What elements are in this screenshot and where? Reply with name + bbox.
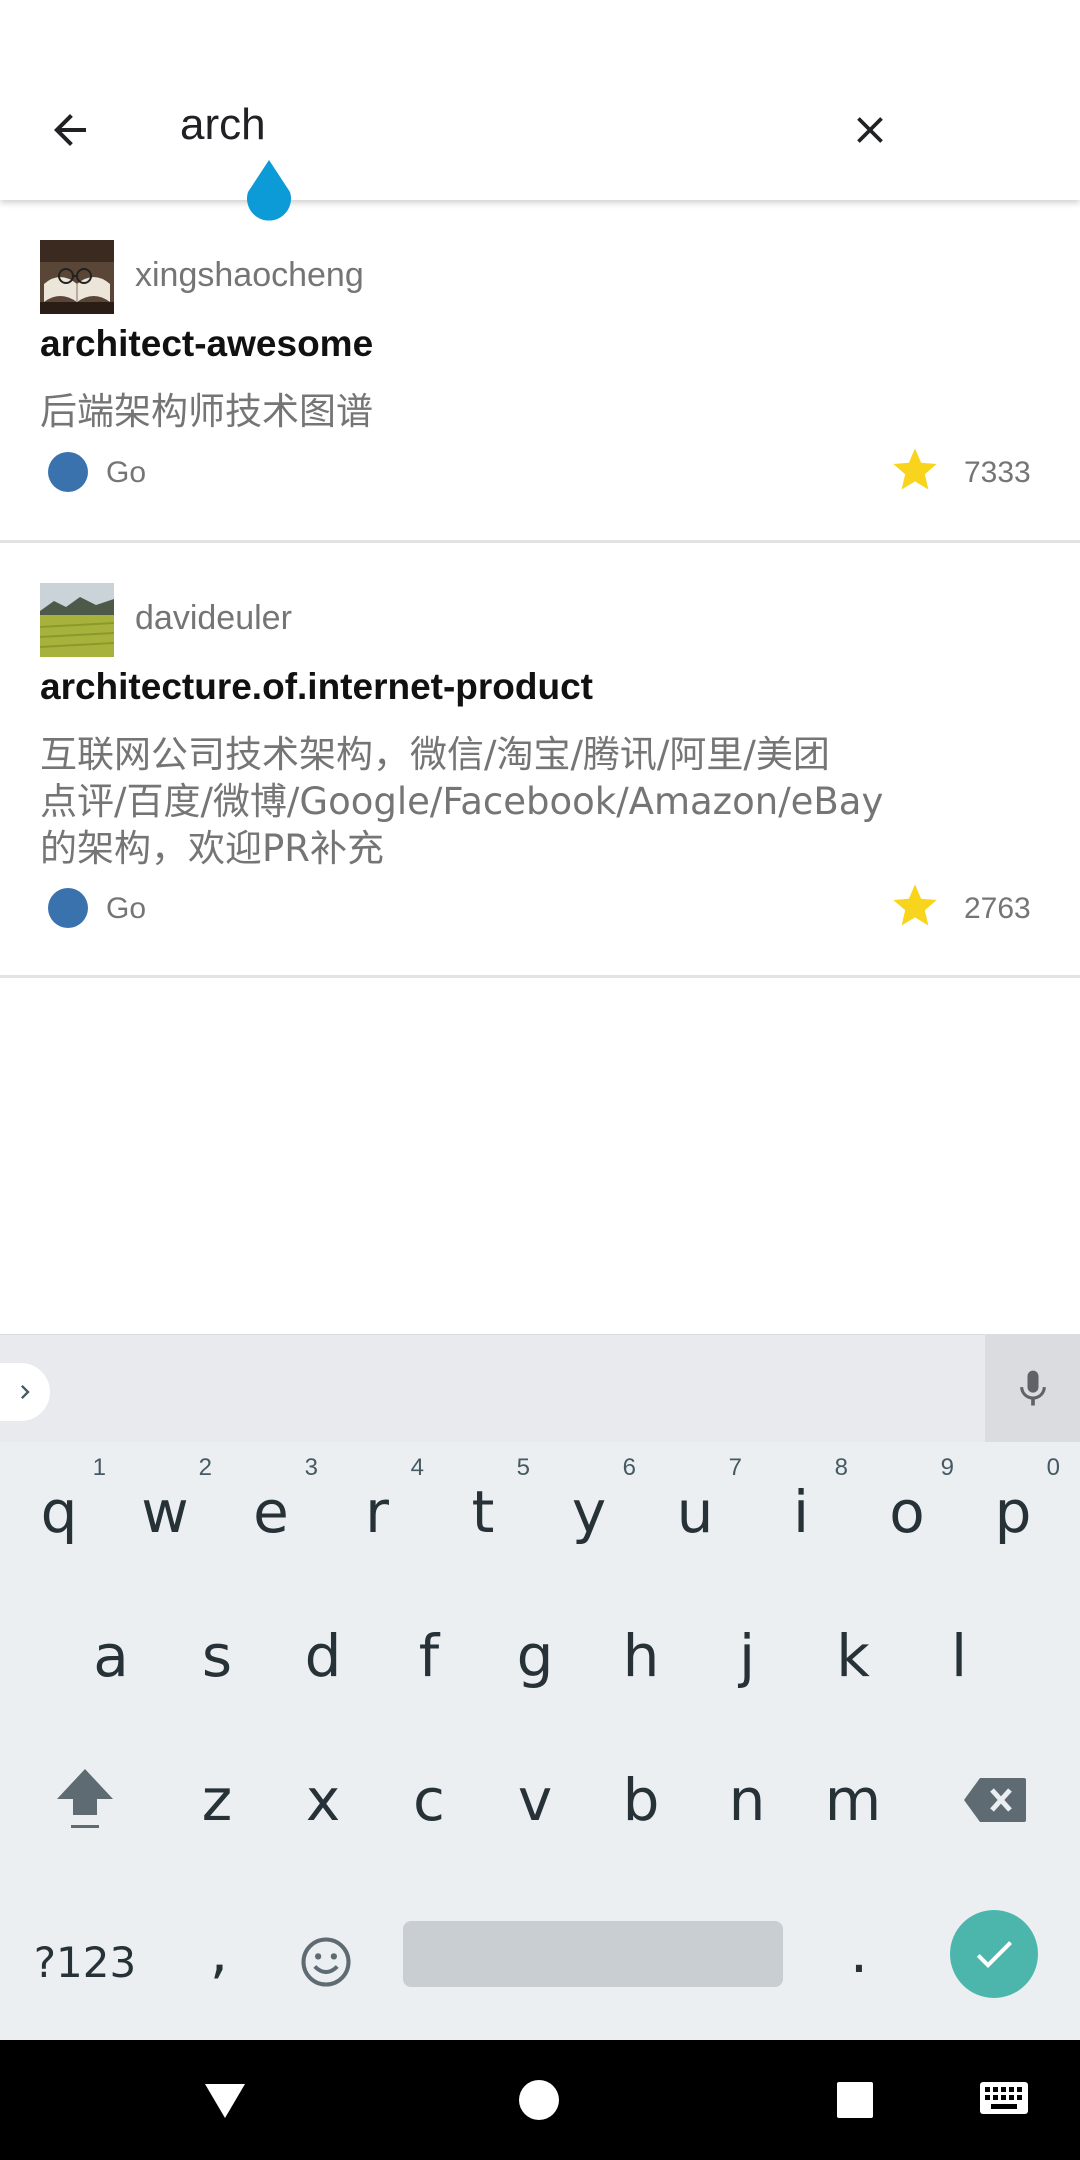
back-button[interactable] bbox=[30, 90, 110, 170]
chevron-right-icon bbox=[21, 1385, 30, 1399]
search-app-bar: arch bbox=[0, 0, 1080, 221]
nav-back-button[interactable] bbox=[195, 2070, 255, 2130]
key-l[interactable]: l bbox=[910, 1596, 1008, 1716]
symbols-key[interactable]: ?123 bbox=[20, 1912, 150, 2012]
text-cursor-handle[interactable] bbox=[242, 158, 296, 222]
keyboard-suggestion-strip bbox=[0, 1334, 1080, 1443]
nav-keyboard-switcher[interactable] bbox=[974, 2070, 1034, 2130]
key-k[interactable]: k bbox=[804, 1596, 902, 1716]
key-z[interactable]: z bbox=[168, 1740, 266, 1860]
repo-list-item[interactable]: davideuler architecture.of.internet-prod… bbox=[0, 543, 1080, 978]
nav-home-button[interactable] bbox=[509, 2070, 569, 2130]
nav-recents-button[interactable] bbox=[825, 2070, 885, 2130]
star-icon bbox=[893, 884, 937, 926]
repo-name: architecture.of.internet-product bbox=[40, 666, 593, 707]
owner-avatar[interactable] bbox=[40, 240, 114, 314]
key-m[interactable]: m bbox=[804, 1740, 902, 1860]
repo-owner: xingshaocheng bbox=[135, 256, 364, 294]
close-icon bbox=[857, 117, 883, 143]
key-j[interactable]: j bbox=[698, 1596, 796, 1716]
repo-description-line: 互联网公司技术架构，微信/淘宝/腾讯/阿里/美团 bbox=[40, 733, 830, 776]
mic-icon bbox=[1019, 1370, 1046, 1406]
comma-key[interactable]: , bbox=[170, 1902, 268, 2002]
language-color-dot bbox=[48, 452, 88, 492]
repo-list-item[interactable]: xingshaocheng architect-awesome 后端架构师技术图… bbox=[0, 200, 1080, 543]
shift-icon bbox=[57, 1769, 113, 1828]
repo-name: architect-awesome bbox=[40, 323, 374, 364]
keyboard-icon bbox=[980, 2082, 1028, 2114]
key-x[interactable]: x bbox=[274, 1740, 372, 1860]
keyboard-row-3: z x c v b n m bbox=[0, 1740, 1080, 1880]
space-key[interactable] bbox=[403, 1921, 783, 1987]
key-a[interactable]: a bbox=[62, 1596, 160, 1716]
emoji-key[interactable] bbox=[276, 1912, 376, 2012]
nav-recents-icon bbox=[837, 2082, 873, 2118]
voice-input-button[interactable] bbox=[985, 1335, 1080, 1443]
language-label: Go bbox=[106, 892, 147, 925]
repo-description: 互联网公司技术架构，微信/淘宝/腾讯/阿里/美团 点评/百度/微博/Google… bbox=[40, 731, 940, 872]
screen: arch xingshaocheng architect-awesome 后端架… bbox=[0, 0, 1080, 2160]
language-label: Go bbox=[106, 456, 147, 489]
star-count: 7333 bbox=[964, 456, 1031, 489]
search-input[interactable]: arch bbox=[180, 100, 266, 150]
nav-back-icon bbox=[205, 2084, 245, 2118]
star-icon bbox=[893, 448, 937, 490]
key-s[interactable]: s bbox=[168, 1596, 266, 1716]
key-g[interactable]: g bbox=[486, 1596, 584, 1716]
key-n[interactable]: n bbox=[698, 1740, 796, 1860]
backspace-icon bbox=[964, 1778, 1026, 1822]
shift-key[interactable] bbox=[30, 1740, 140, 1860]
repo-description: 后端架构师技术图谱 bbox=[40, 390, 373, 433]
keyboard-row-2: a s d f g h j k l bbox=[0, 1596, 1080, 1736]
enter-key[interactable] bbox=[950, 1910, 1038, 1998]
star-count: 2763 bbox=[964, 892, 1031, 925]
owner-avatar[interactable] bbox=[40, 583, 114, 657]
check-icon bbox=[976, 1941, 1012, 1968]
keyboard-row-4: ?123 , . bbox=[0, 1442, 1080, 1998]
key-b[interactable]: b bbox=[592, 1740, 690, 1860]
keyboard-expand-button[interactable] bbox=[0, 1363, 50, 1421]
soft-keyboard: q1 w2 e3 r4 t5 y6 u7 i8 o9 p0 a s d f g … bbox=[0, 1442, 1080, 2040]
period-key[interactable]: . bbox=[810, 1902, 908, 2002]
backspace-key[interactable] bbox=[940, 1740, 1050, 1860]
search-results-list: xingshaocheng architect-awesome 后端架构师技术图… bbox=[0, 200, 1080, 978]
key-f[interactable]: f bbox=[380, 1596, 478, 1716]
nav-home-icon bbox=[519, 2080, 559, 2120]
key-v[interactable]: v bbox=[486, 1740, 584, 1860]
repo-description-line: 的架构，欢迎PR补充 bbox=[40, 827, 385, 870]
emoji-icon bbox=[301, 1937, 351, 1987]
language-color-dot bbox=[48, 888, 88, 928]
key-c[interactable]: c bbox=[380, 1740, 478, 1860]
key-d[interactable]: d bbox=[274, 1596, 372, 1716]
system-navigation-bar bbox=[0, 2040, 1080, 2160]
repo-description-line: 点评/百度/微博/Google/Facebook/Amazon/eBay bbox=[40, 780, 884, 823]
clear-search-button[interactable] bbox=[830, 90, 910, 170]
arrow-left-icon bbox=[54, 114, 86, 146]
key-h[interactable]: h bbox=[592, 1596, 690, 1716]
repo-owner: davideuler bbox=[135, 599, 292, 637]
